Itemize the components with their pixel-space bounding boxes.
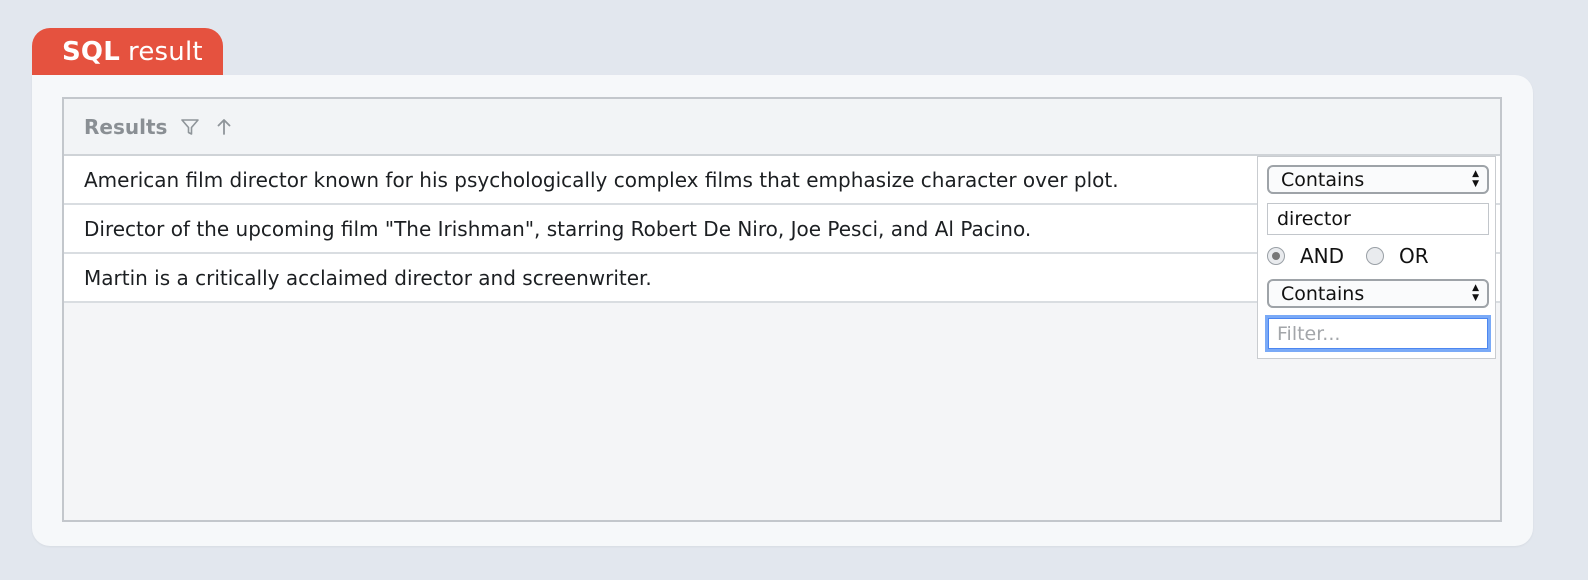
filter-popover: Contains ▲▼ AND OR Contains ▲▼: [1257, 156, 1496, 359]
tab-title-rest: result: [128, 37, 203, 67]
filter-input-1[interactable]: [1267, 203, 1489, 235]
select-arrows-icon: ▲ ▼: [1472, 169, 1479, 189]
radio-or-label: OR: [1399, 244, 1429, 268]
select-arrows-icon: ▲ ▼: [1472, 283, 1479, 303]
condition-select-1-value: Contains: [1281, 168, 1365, 191]
table-cell: Director of the upcoming film "The Irish…: [84, 216, 1032, 241]
sql-result-tab[interactable]: SQL result: [32, 28, 223, 76]
result-panel: Results American film director known for…: [32, 75, 1533, 546]
condition-select-2[interactable]: Contains ▲ ▼: [1267, 279, 1489, 308]
logic-radio-group: AND OR: [1267, 243, 1451, 269]
condition-select-2-value: Contains: [1281, 282, 1365, 305]
radio-and-label: AND: [1300, 244, 1345, 268]
filter-icon[interactable]: [179, 116, 201, 138]
table-cell: Martin is a critically acclaimed directo…: [84, 265, 652, 290]
tab-title-bold: SQL: [62, 37, 120, 67]
table-cell: American film director known for his psy…: [84, 167, 1119, 192]
filter-input-2[interactable]: [1265, 315, 1491, 352]
condition-select-1[interactable]: Contains ▲ ▼: [1267, 165, 1489, 194]
arrow-up-icon[interactable]: [213, 116, 235, 138]
column-header-label: Results: [84, 114, 168, 139]
radio-or[interactable]: [1366, 247, 1385, 265]
radio-and[interactable]: [1267, 247, 1285, 265]
column-header[interactable]: Results: [64, 99, 1500, 156]
